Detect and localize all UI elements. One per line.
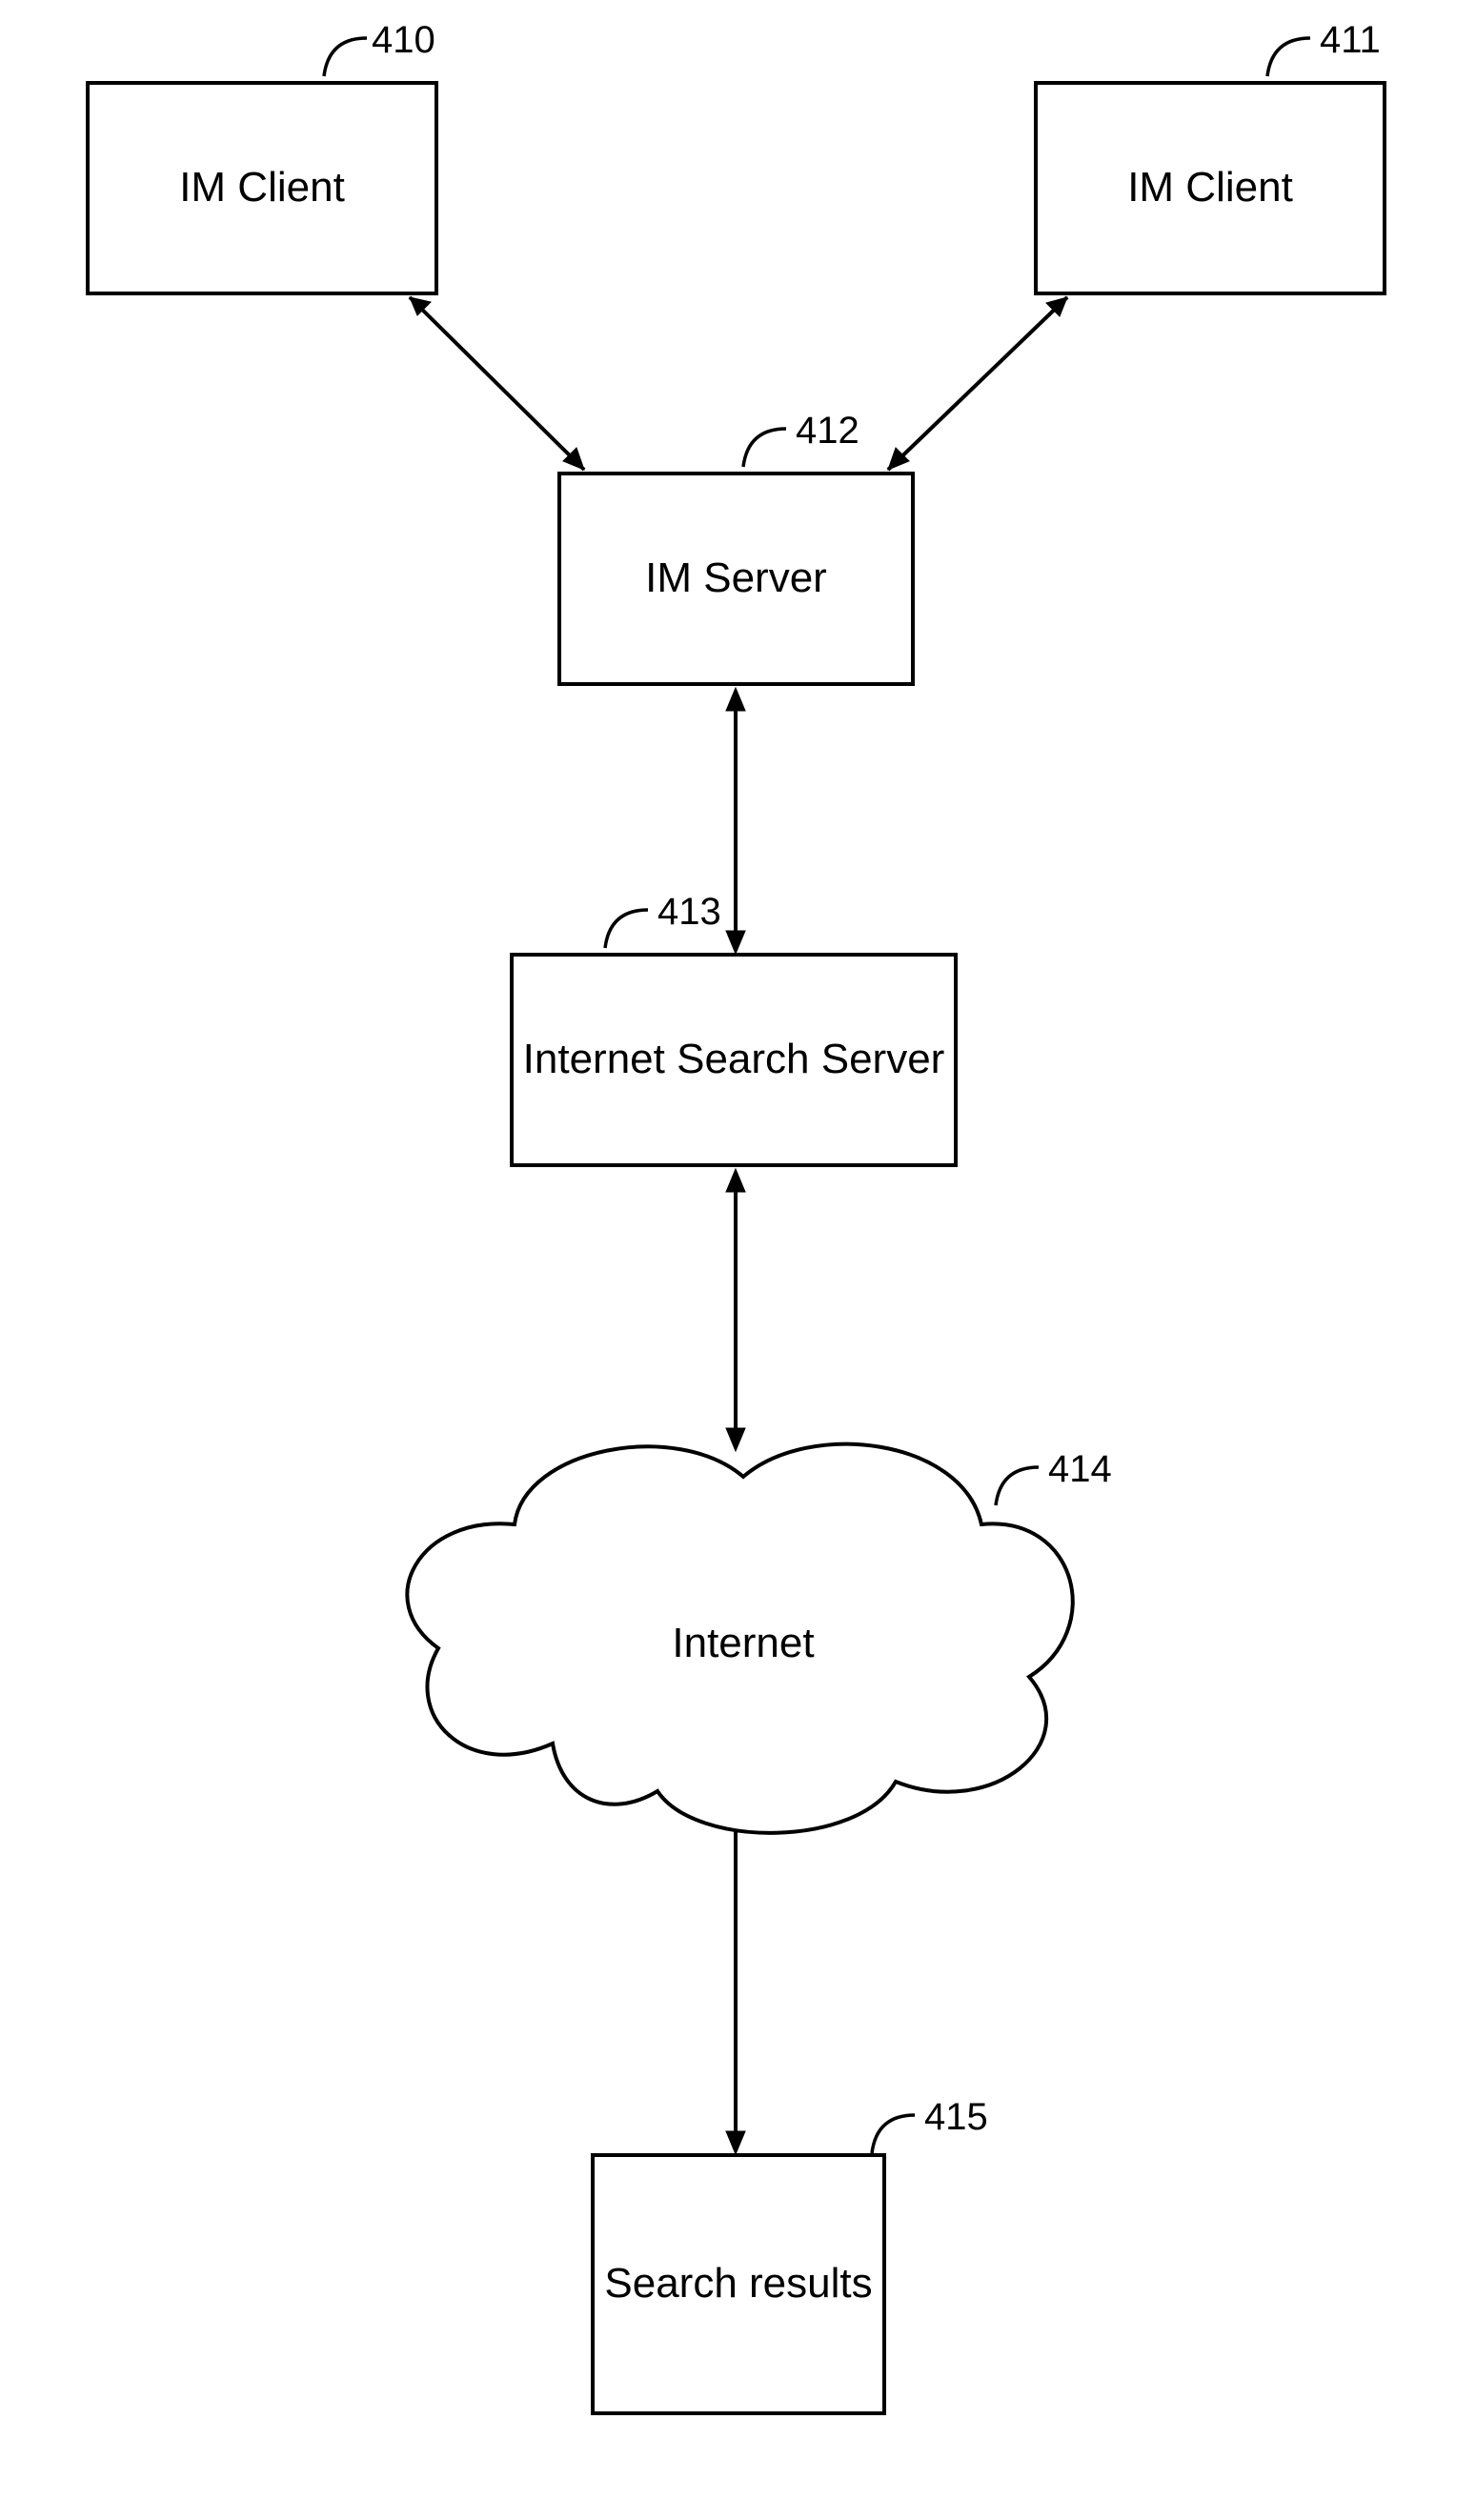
edge-internet-results — [0, 0, 1476, 2520]
diagram-stage: IM Client 410 IM Client 411 IM Server 41… — [0, 0, 1476, 2520]
